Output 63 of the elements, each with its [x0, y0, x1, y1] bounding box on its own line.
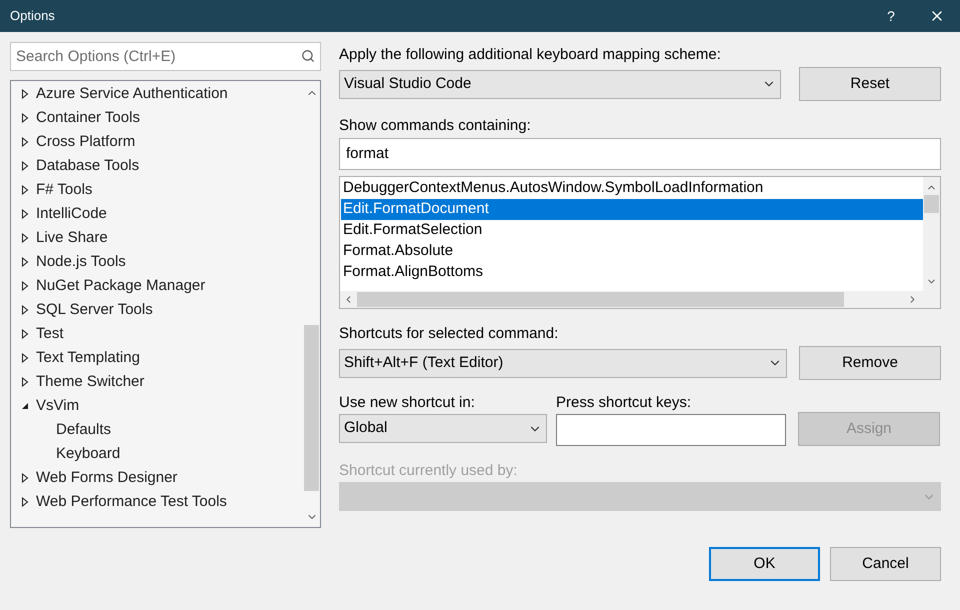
- list-item[interactable]: Edit.FormatDocument: [341, 199, 923, 220]
- field-label: Shortcut currently used by:: [339, 461, 518, 481]
- tree-item[interactable]: IntelliCode: [11, 202, 303, 226]
- tree-item[interactable]: Keyboard: [11, 442, 303, 466]
- tree-item[interactable]: SQL Server Tools: [11, 298, 303, 322]
- tree-item[interactable]: Theme Switcher: [11, 370, 303, 394]
- dialog-button[interactable]: Cancel: [830, 547, 941, 581]
- search-field[interactable]: Search Options (Ctrl+E): [10, 42, 321, 71]
- tree-item[interactable]: Live Share: [11, 226, 303, 250]
- tree-item[interactable]: Web Performance Test Tools: [11, 490, 303, 514]
- collapsed-arrow-icon[interactable]: [21, 209, 29, 219]
- scrollbar[interactable]: [923, 177, 940, 291]
- tree-item[interactable]: NuGet Package Manager: [11, 274, 303, 298]
- collapsed-arrow-icon[interactable]: [21, 329, 29, 339]
- list-item[interactable]: Edit.FormatSelection: [341, 220, 923, 241]
- shortcut-keys-field[interactable]: [556, 414, 786, 446]
- scroll-thumb[interactable]: [304, 325, 319, 491]
- collapsed-arrow-icon[interactable]: [21, 89, 29, 99]
- collapsed-arrow-icon[interactable]: [21, 185, 29, 195]
- tree-item[interactable]: F# Tools: [11, 178, 303, 202]
- field-label: Show commands containing:: [339, 116, 532, 136]
- collapsed-arrow-icon[interactable]: [21, 497, 29, 507]
- collapsed-arrow-icon[interactable]: [21, 137, 29, 147]
- collapsed-arrow-icon[interactable]: [21, 353, 29, 363]
- tree-item[interactable]: Text Templating: [11, 346, 303, 370]
- dialog-button[interactable]: Reset: [799, 67, 941, 101]
- list-item[interactable]: Format.AlignBottoms: [341, 262, 923, 283]
- field-label: Use new shortcut in:: [339, 393, 476, 413]
- tree-item[interactable]: Container Tools: [11, 106, 303, 130]
- tree-item[interactable]: Cross Platform: [11, 130, 303, 154]
- dialog-button[interactable]: Remove: [799, 346, 941, 380]
- collapsed-arrow-icon[interactable]: [21, 281, 29, 291]
- tree-item[interactable]: Test: [11, 322, 303, 346]
- field-label: Apply the following additional keyboard mapping scheme:: [339, 45, 722, 65]
- window-title: Options: [10, 7, 56, 26]
- collapsed-arrow-icon[interactable]: [21, 161, 29, 171]
- tree-item[interactable]: Azure Service Authentication: [11, 82, 303, 106]
- field-label: Shortcuts for selected command:: [339, 324, 560, 344]
- search-icon: [301, 49, 315, 63]
- dropdown[interactable]: Visual Studio Code: [339, 70, 781, 98]
- collapsed-arrow-icon[interactable]: [21, 377, 29, 387]
- tree-item[interactable]: Web Forms Designer: [11, 466, 303, 490]
- collapsed-arrow-icon[interactable]: [21, 257, 29, 267]
- tree-item[interactable]: Database Tools: [11, 154, 303, 178]
- scroll-thumb[interactable]: [357, 292, 844, 307]
- help-button[interactable]: ?: [868, 0, 914, 32]
- collapsed-arrow-icon[interactable]: [21, 233, 29, 243]
- expanded-arrow-icon[interactable]: [21, 401, 29, 411]
- dropdown[interactable]: Shift+Alt+F (Text Editor): [339, 348, 787, 378]
- dropdown[interactable]: Global: [339, 414, 547, 443]
- field-label: Press shortcut keys:: [556, 393, 692, 413]
- scroll-thumb[interactable]: [924, 195, 939, 213]
- list-item[interactable]: Format.Absolute: [341, 241, 923, 262]
- tree-item[interactable]: Node.js Tools: [11, 250, 303, 274]
- tree-item[interactable]: Defaults: [11, 418, 303, 442]
- list-item[interactable]: DebuggerContextMenus.AutosWindow.SymbolLoadInformation: [341, 178, 923, 199]
- text-field[interactable]: format: [339, 138, 941, 170]
- collapsed-arrow-icon[interactable]: [21, 473, 29, 483]
- horizontal-scrollbar[interactable]: [340, 291, 940, 308]
- collapsed-arrow-icon[interactable]: [21, 305, 29, 315]
- dialog-button[interactable]: OK: [709, 547, 820, 581]
- collapsed-arrow-icon[interactable]: [21, 113, 29, 123]
- tree-item[interactable]: VsVim: [11, 394, 303, 418]
